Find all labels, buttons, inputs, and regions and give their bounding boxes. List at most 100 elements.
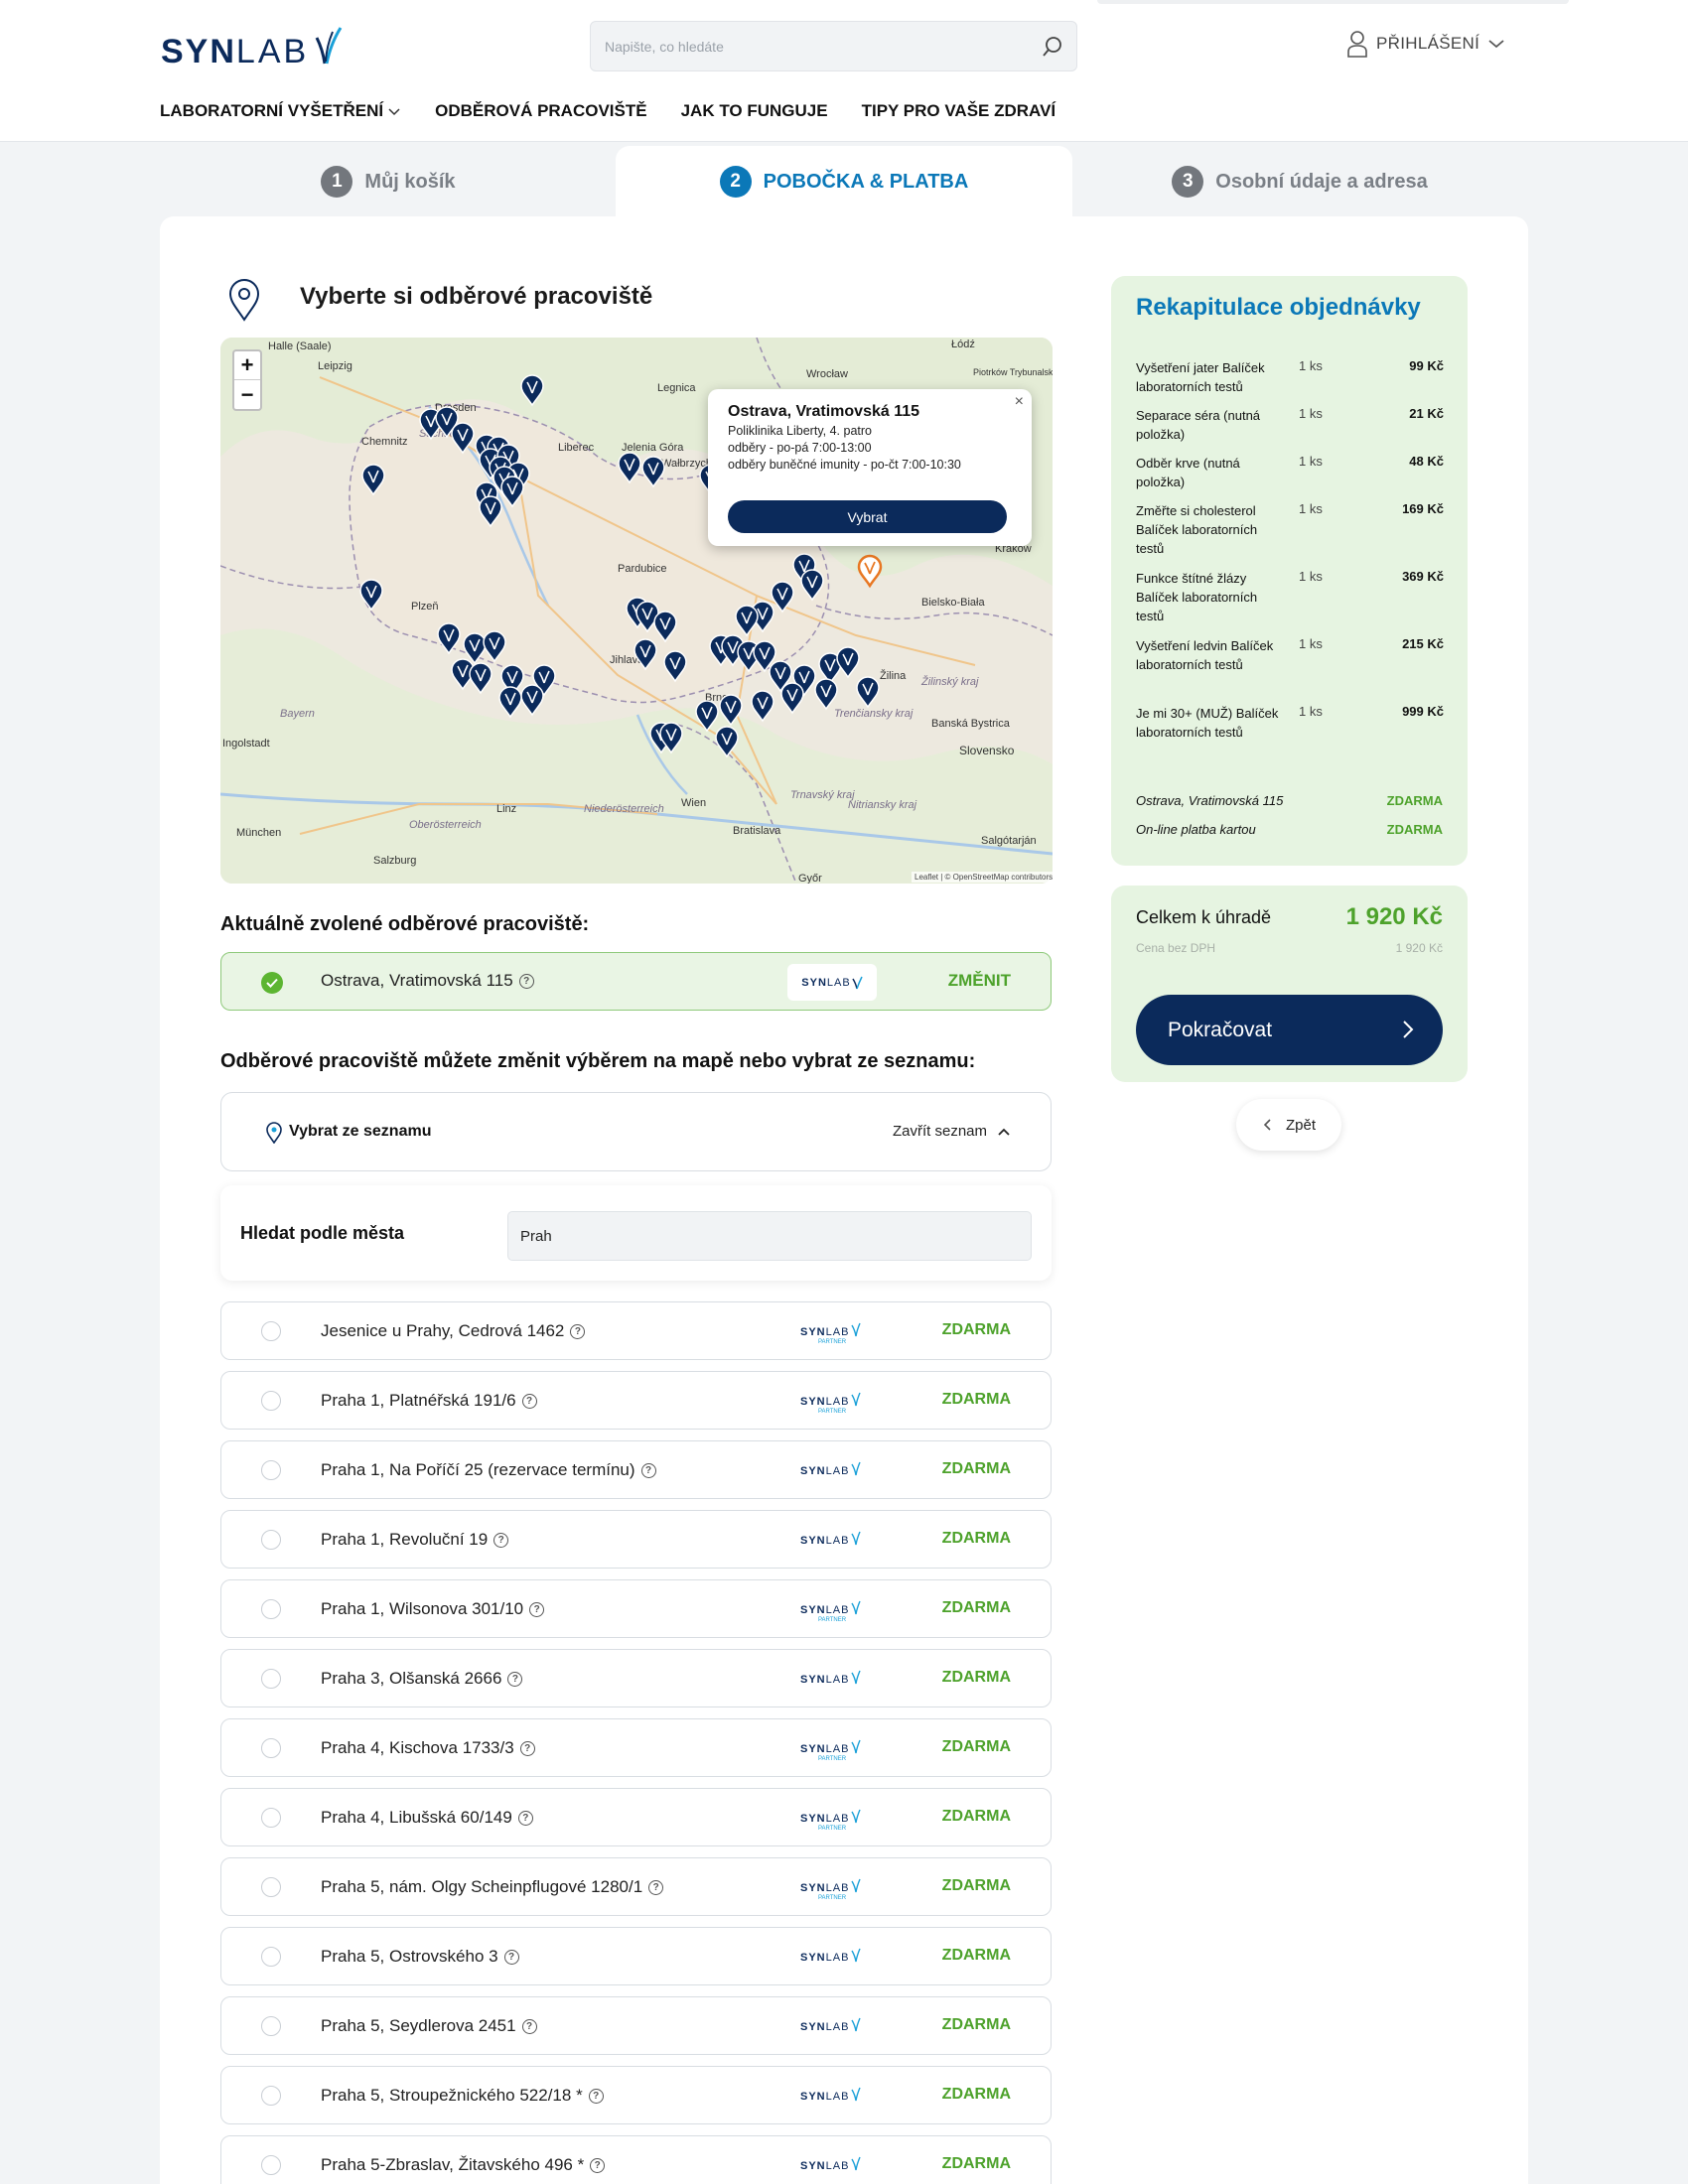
- close-list-button[interactable]: Zavřít seznam: [893, 1123, 1011, 1140]
- branch-text: Praha 4, Kischova 1733/3?: [321, 1738, 535, 1758]
- branch-radio[interactable]: [261, 1599, 281, 1619]
- nav-item-lab-tests[interactable]: LABORATORNÍ VYŠETŘENÍ: [160, 101, 401, 121]
- synlab-logo-icon: SYNLABPARTNER: [800, 1322, 861, 1345]
- branch-option[interactable]: Praha 3, Olšanská 2666? SYNLAB ZDARMA: [220, 1649, 1052, 1707]
- map-label: Žilinský kraj: [920, 675, 979, 688]
- change-branch-link[interactable]: ZMĚNIT: [948, 971, 1011, 991]
- summary-item-name: Funkce štítné žlázy Balíček laboratorníc…: [1136, 571, 1258, 623]
- branch-radio[interactable]: [261, 2155, 281, 2175]
- continue-button[interactable]: Pokračovat: [1136, 995, 1443, 1065]
- partner-label: PARTNER: [818, 1409, 847, 1415]
- select-branch-button[interactable]: Vybrat: [728, 500, 1007, 533]
- map-label: Niederösterreich: [584, 803, 664, 815]
- help-icon[interactable]: ?: [517, 1810, 533, 1826]
- nav-label: ODBĚROVÁ PRACOVIŠTĚ: [435, 101, 647, 120]
- help-icon[interactable]: ?: [521, 1393, 537, 1409]
- chevron-down-icon: [388, 108, 400, 116]
- back-button[interactable]: Zpět: [1236, 1099, 1341, 1151]
- nav-item-how-it-works[interactable]: JAK TO FUNGUJE: [681, 101, 828, 121]
- synlab-logo[interactable]: SYN LAB: [161, 24, 345, 71]
- synlab-logo-icon: SYNLAB: [800, 1461, 861, 1477]
- help-icon[interactable]: ?: [529, 1601, 545, 1617]
- step-number: 1: [321, 166, 353, 198]
- branch-radio[interactable]: [261, 1738, 281, 1758]
- step-cart[interactable]: 1 Můj košík: [160, 146, 617, 217]
- list-toggle-label: Vybrat ze seznamu: [289, 1123, 432, 1140]
- nav-item-health-tips[interactable]: TIPY PRO VAŠE ZDRAVÍ: [862, 101, 1056, 121]
- branch-price: ZDARMA: [941, 1321, 1011, 1338]
- branch-option[interactable]: Praha 1, Na Poříčí 25 (rezervace termínu…: [220, 1440, 1052, 1499]
- branch-option[interactable]: Praha 4, Libušská 60/149? SYNLAB PARTNER ZD…: [220, 1788, 1052, 1846]
- branch-option[interactable]: Praha 5, Ostrovského 3? SYNLAB ZDARMA: [220, 1927, 1052, 1985]
- branch-radio[interactable]: [261, 1530, 281, 1550]
- total-label: Celkem k úhradě: [1136, 907, 1272, 927]
- summary-item-qty: 1 ks: [1299, 569, 1323, 584]
- logo-text: SYNLAB: [800, 1674, 849, 1686]
- branch-option[interactable]: Praha 5, Seydlerova 2451? SYNLAB ZDARMA: [220, 1996, 1052, 2055]
- city-search-input[interactable]: [507, 1211, 1032, 1261]
- branch-price: ZDARMA: [941, 2016, 1011, 2033]
- step-personal-details[interactable]: 3 Osobní údaje a adresa: [1071, 146, 1528, 217]
- search-input[interactable]: [605, 22, 1022, 70]
- search-icon[interactable]: [1041, 35, 1064, 59]
- branch-option[interactable]: Praha 5, nám. Olgy Scheinpflugové 1280/1…: [220, 1857, 1052, 1916]
- zoom-in-button[interactable]: +: [234, 351, 260, 380]
- help-icon[interactable]: ?: [503, 1949, 519, 1965]
- branch-radio[interactable]: [261, 1460, 281, 1480]
- branch-list-toggle[interactable]: Vybrat ze seznamu Zavřít seznam: [220, 1092, 1052, 1171]
- search-box: [590, 21, 1077, 71]
- location-pin-icon: [228, 279, 260, 322]
- branch-name: Praha 5, Seydlerova 2451: [321, 2016, 516, 2035]
- help-icon[interactable]: ?: [519, 1740, 535, 1756]
- branch-radio[interactable]: [261, 2086, 281, 2106]
- login-menu[interactable]: PŘIHLÁŠENÍ: [1346, 30, 1505, 58]
- partner-label: PARTNER: [818, 1617, 847, 1623]
- branch-option[interactable]: Praha 1, Revoluční 19? SYNLAB ZDARMA: [220, 1510, 1052, 1569]
- chevron-down-icon: [1488, 40, 1504, 49]
- logo-text: SYNLAB: [800, 1396, 849, 1408]
- zoom-out-button[interactable]: −: [234, 380, 260, 409]
- help-icon[interactable]: ?: [640, 1462, 656, 1478]
- map-label: Plzeň: [411, 601, 439, 613]
- nav-item-collection-points[interactable]: ODBĚROVÁ PRACOVIŠTĚ: [435, 101, 646, 121]
- branch-radio[interactable]: [261, 1321, 281, 1341]
- branch-radio[interactable]: [261, 1669, 281, 1689]
- net-price-value: 1 920 Kč: [1395, 941, 1443, 955]
- branch-option[interactable]: Praha 5-Zbraslav, Žitavského 496 *? SYNLA…: [220, 2135, 1052, 2184]
- branch-option[interactable]: Praha 1, Platnéřská 191/6? SYNLAB PARTNER Z…: [220, 1371, 1052, 1430]
- map-attribution[interactable]: Leaflet | © OpenStreetMap contributors: [912, 872, 1056, 883]
- map-label: Chemnitz: [361, 436, 407, 448]
- chevron-up-icon: [998, 1128, 1010, 1136]
- branch-radio[interactable]: [261, 2016, 281, 2036]
- help-icon[interactable]: ?: [521, 2018, 537, 2034]
- step-branch-payment[interactable]: 2 POBOČKA & PLATBA: [616, 146, 1072, 217]
- change-hint: Odběrové pracoviště můžete změnit výběre…: [220, 1050, 976, 1072]
- help-icon[interactable]: ?: [518, 973, 534, 989]
- close-icon[interactable]: ×: [1015, 393, 1024, 411]
- map-label: Trnavský kraj: [790, 789, 855, 801]
- help-icon[interactable]: ?: [588, 2088, 604, 2104]
- branch-option[interactable]: Praha 5, Stroupežnického 522/18 *? SYNLAB…: [220, 2066, 1052, 2124]
- help-icon[interactable]: ?: [493, 1532, 509, 1548]
- help-icon[interactable]: ?: [507, 1671, 523, 1687]
- order-total: Celkem k úhradě 1 920 Kč Cena bez DPH 1 …: [1111, 886, 1468, 1082]
- branch-option[interactable]: Praha 1, Wilsonova 301/10? SYNLAB PARTNER Z…: [220, 1579, 1052, 1638]
- branch-radio[interactable]: [261, 1877, 281, 1897]
- branch-name: Praha 1, Na Poříčí 25 (rezervace termínu…: [321, 1460, 635, 1479]
- logo-text: SYNLAB: [800, 1882, 849, 1894]
- summary-branch-line: Ostrava, Vratimovská 115: [1136, 793, 1284, 808]
- branch-radio[interactable]: [261, 1808, 281, 1828]
- branch-radio[interactable]: [261, 1947, 281, 1967]
- total-value: 1 920 Kč: [1345, 903, 1443, 930]
- partner-label: PARTNER: [818, 1826, 847, 1832]
- map-label: Pardubice: [618, 563, 667, 575]
- summary-item-price: 48 Kč: [1409, 454, 1444, 469]
- help-icon[interactable]: ?: [570, 1323, 586, 1339]
- help-icon[interactable]: ?: [590, 2157, 606, 2173]
- branch-radio[interactable]: [261, 1391, 281, 1411]
- branch-option[interactable]: Praha 4, Kischova 1733/3? SYNLAB PARTNER ZD…: [220, 1718, 1052, 1777]
- branch-option[interactable]: Jesenice u Prahy, Cedrová 1462? SYNLAB PAR…: [220, 1301, 1052, 1360]
- help-icon[interactable]: ?: [648, 1879, 664, 1895]
- summary-item-name: Separace séra (nutná položka): [1136, 408, 1261, 442]
- branch-name: Praha 3, Olšanská 2666: [321, 1669, 502, 1688]
